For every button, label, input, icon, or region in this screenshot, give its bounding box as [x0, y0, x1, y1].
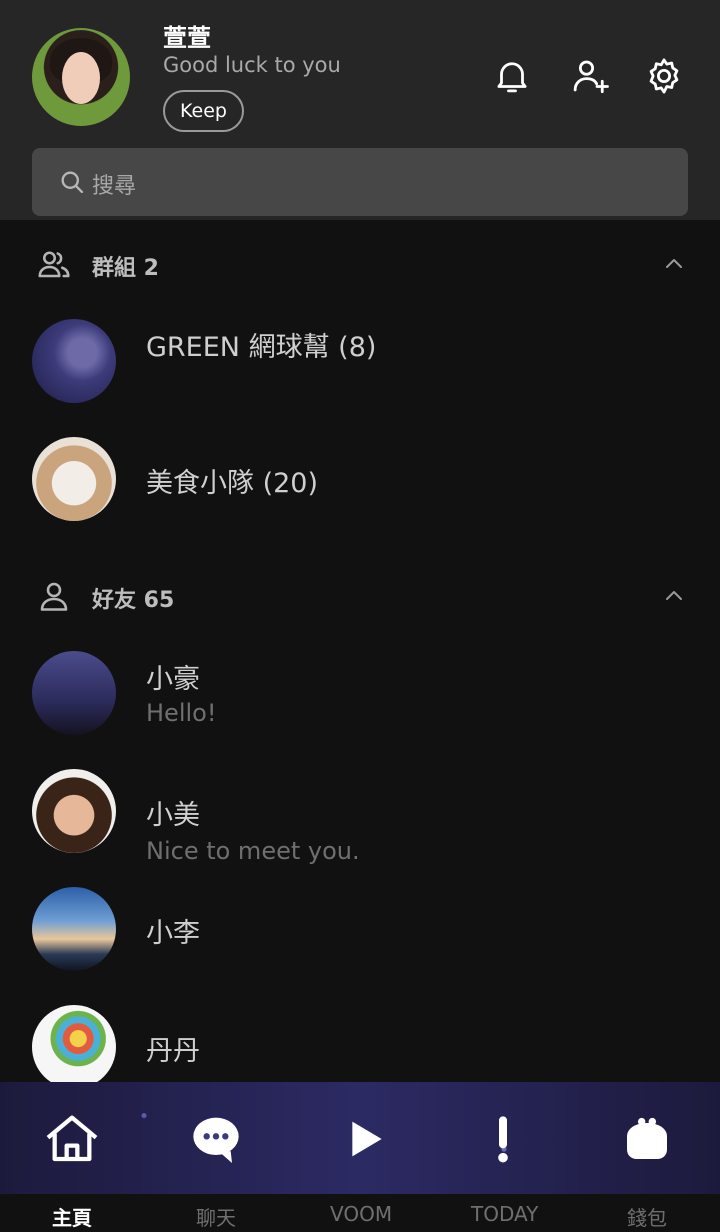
friend-name: 小美 [146, 800, 200, 831]
friend-avatar [32, 887, 116, 971]
profile-header: 萱萱 Good luck to you Keep [0, 0, 720, 144]
tab-chats[interactable]: 聊天 [196, 1202, 236, 1231]
friend-name: 丹丹 [146, 1036, 200, 1067]
chevron-up-icon[interactable] [662, 252, 686, 276]
group-name: GREEN 網球幫 (8) [146, 332, 377, 363]
profile-status[interactable]: Good luck to you [163, 53, 341, 77]
list-item-group[interactable]: 美食小隊 (20) [0, 423, 720, 533]
search-icon [58, 168, 86, 196]
friend-avatar [32, 1005, 116, 1089]
tab-today[interactable]: TODAY [471, 1202, 538, 1226]
friend-icon [36, 578, 72, 614]
group-avatar [32, 319, 116, 403]
friend-status: Nice to meet you. [146, 837, 360, 865]
tab-voom[interactable]: VOOM [330, 1202, 392, 1226]
groups-title: 群組 2 [92, 256, 159, 281]
tab-home[interactable]: 主頁 [52, 1202, 92, 1231]
bell-icon[interactable] [491, 55, 533, 97]
list-item-group[interactable]: GREEN 網球幫 (8) [0, 305, 720, 415]
add-friend-icon[interactable] [569, 55, 611, 97]
group-icon [36, 246, 72, 282]
list-item-friend[interactable]: 小豪 Hello! [0, 637, 720, 747]
chat-icon[interactable] [181, 1104, 251, 1174]
groups-section-header[interactable]: 群組 2 [0, 236, 720, 296]
search-input[interactable]: 搜尋 [32, 148, 688, 216]
search-placeholder: 搜尋 [92, 174, 137, 199]
chevron-up-icon[interactable] [662, 584, 686, 608]
wallet-icon[interactable] [612, 1104, 682, 1174]
friends-section-header[interactable]: 好友 65 [0, 568, 720, 628]
keep-button[interactable]: Keep [163, 90, 244, 132]
friends-title: 好友 65 [92, 588, 175, 613]
friend-avatar [32, 651, 116, 735]
avatar[interactable] [32, 28, 130, 126]
exclamation-icon[interactable] [468, 1104, 538, 1174]
gear-icon[interactable] [643, 55, 685, 97]
search-bar: 搜尋 [0, 144, 720, 220]
friend-status: Hello! [146, 699, 217, 727]
tab-bar: 主頁 聊天 VOOM TODAY 錢包 [0, 1194, 720, 1232]
list-item-friend[interactable]: 小美 Nice to meet you. [0, 755, 720, 865]
friend-avatar [32, 769, 116, 853]
group-name: 美食小隊 (20) [146, 468, 319, 499]
home-icon[interactable] [37, 1104, 107, 1174]
profile-name[interactable]: 萱萱 [163, 18, 211, 53]
friend-name: 小豪 [146, 664, 200, 695]
group-avatar [32, 437, 116, 521]
friend-name: 小李 [146, 918, 200, 949]
tab-wallet[interactable]: 錢包 [627, 1202, 667, 1231]
play-icon[interactable] [328, 1104, 398, 1174]
list-item-friend[interactable]: 小李 [0, 873, 720, 983]
